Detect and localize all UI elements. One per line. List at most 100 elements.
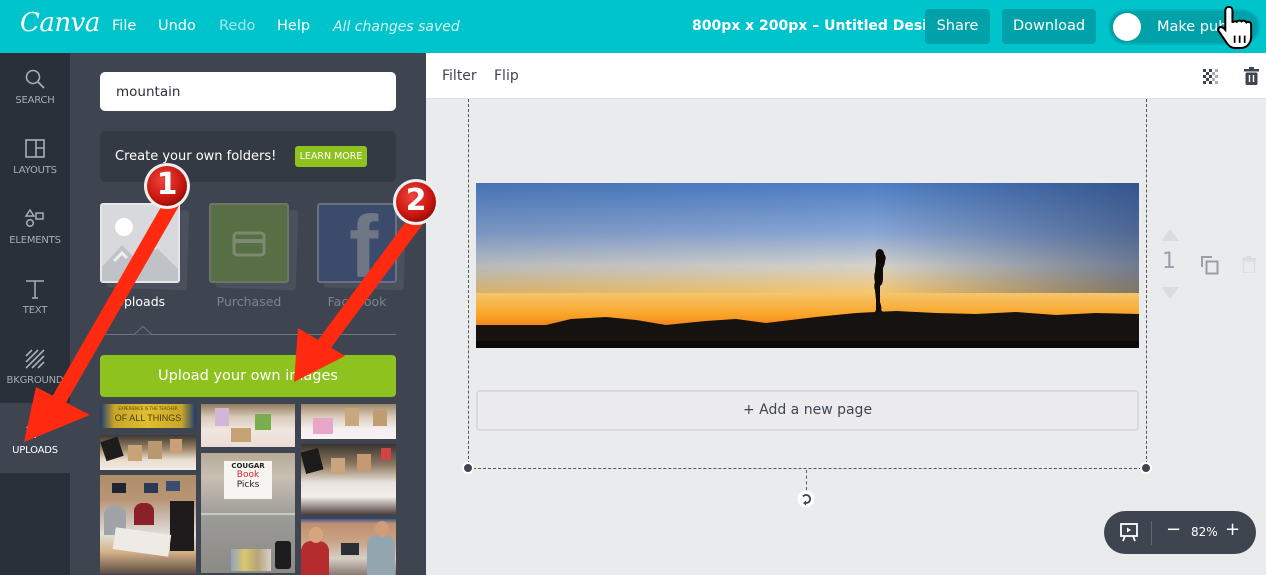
thumbnail-detail bbox=[313, 418, 333, 434]
toggle-knob bbox=[1113, 13, 1141, 41]
resize-handle-bottom-right[interactable] bbox=[1140, 462, 1152, 474]
thumbnail-detail bbox=[301, 541, 329, 575]
sidebar-item-label: SEARCH bbox=[15, 95, 55, 106]
present-icon[interactable] bbox=[1120, 523, 1138, 542]
promo-text: Create your own folders! bbox=[115, 149, 277, 164]
sidebar-item-elements[interactable]: ELEMENTS bbox=[0, 193, 70, 263]
thumbnail-detail bbox=[357, 454, 371, 472]
upload-thumbnail[interactable] bbox=[100, 475, 196, 574]
sidebar-item-uploads[interactable]: UPLOADS bbox=[0, 403, 70, 473]
sidebar-item-layouts[interactable]: LAYOUTS bbox=[0, 123, 70, 193]
menu-help[interactable]: Help bbox=[277, 18, 310, 34]
thumbnail-detail bbox=[100, 436, 124, 462]
credit-card-icon bbox=[232, 231, 266, 257]
thumbnail-detail bbox=[331, 458, 345, 474]
background-icon bbox=[25, 349, 45, 369]
canva-logo[interactable]: Canva bbox=[20, 8, 100, 38]
rotate-connector bbox=[806, 470, 807, 490]
move-page-up-icon[interactable] bbox=[1161, 229, 1179, 241]
thumbnail-detail bbox=[170, 439, 182, 453]
search-input[interactable] bbox=[100, 72, 396, 111]
text-icon bbox=[26, 280, 44, 299]
zoom-out-button[interactable]: − bbox=[1166, 519, 1181, 540]
thumbnail-detail bbox=[112, 483, 126, 493]
upload-thumbnail[interactable]: EXPERIENCE IS THE TEACHER OF ALL THINGS bbox=[100, 404, 196, 428]
sidebar-item-label: LAYOUTS bbox=[13, 165, 57, 176]
active-tab-caret bbox=[134, 326, 152, 335]
resize-handle-bottom-left[interactable] bbox=[462, 462, 474, 474]
source-tab-uploads[interactable]: Uploads bbox=[100, 203, 190, 309]
upload-thumbnail[interactable] bbox=[100, 435, 196, 470]
thumbnail-caption: Book bbox=[236, 470, 260, 480]
thumbnail-caption: OF ALL THINGS bbox=[114, 413, 182, 423]
menu-undo[interactable]: Undo bbox=[158, 18, 196, 34]
thumbnail-detail bbox=[375, 521, 389, 537]
delete-page-icon[interactable] bbox=[1242, 256, 1256, 273]
folders-promo: Create your own folders! LEARN MORE bbox=[100, 131, 396, 182]
thumbnail-detail bbox=[134, 503, 154, 525]
upload-thumbnail[interactable] bbox=[301, 519, 396, 575]
thumbnail-detail bbox=[341, 543, 359, 555]
source-tab-purchased[interactable]: Purchased bbox=[209, 203, 299, 309]
top-bar: Canva File Undo Redo Help All changes sa… bbox=[0, 0, 1266, 53]
menu-redo[interactable]: Redo bbox=[219, 18, 255, 34]
source-label: Purchased bbox=[216, 294, 282, 309]
layouts-icon bbox=[25, 139, 45, 158]
trash-icon[interactable] bbox=[1244, 67, 1259, 85]
thumbnail-caption: EXPERIENCE IS THE TEACHER bbox=[118, 406, 178, 411]
thumbnail-detail bbox=[215, 408, 229, 426]
sidebar-item-label: UPLOADS bbox=[12, 445, 58, 456]
facebook-icon: f bbox=[349, 203, 379, 283]
source-tab-facebook[interactable]: f Facebook bbox=[317, 203, 407, 309]
thumbnail-detail bbox=[231, 549, 271, 571]
upload-thumbnail[interactable] bbox=[201, 404, 295, 447]
upload-arrow-icon bbox=[26, 418, 44, 438]
menu-file[interactable]: File bbox=[112, 18, 136, 34]
sidebar-item-text[interactable]: TEXT bbox=[0, 263, 70, 333]
filter-button[interactable]: Filter bbox=[442, 68, 477, 84]
flip-button[interactable]: Flip bbox=[494, 68, 519, 84]
upload-thumbnail[interactable] bbox=[301, 404, 396, 439]
facebook-tile: f bbox=[317, 203, 397, 283]
thumbnail-detail bbox=[373, 410, 387, 426]
thumbnail-caption: COUGAR bbox=[231, 462, 265, 470]
zoom-level[interactable]: 82% bbox=[1191, 525, 1218, 539]
thumbnail-detail bbox=[367, 535, 395, 575]
sidebar: SEARCH LAYOUTS ELEMENTS TEXT BKGROUND UP… bbox=[0, 53, 70, 575]
thumbnail-detail bbox=[231, 428, 251, 442]
rotate-handle-icon[interactable] bbox=[797, 490, 815, 508]
source-label: Facebook bbox=[327, 294, 387, 309]
transparency-icon[interactable] bbox=[1203, 69, 1219, 85]
upload-thumbnail[interactable]: COUGAR Book Picks bbox=[201, 453, 295, 573]
thumbnail-detail bbox=[148, 441, 162, 459]
thumbnail-caption: Picks bbox=[236, 480, 260, 490]
editor-toolbar: Filter Flip bbox=[426, 53, 1266, 99]
zoom-controls: − 82% + bbox=[1104, 511, 1256, 554]
sidebar-item-search[interactable]: SEARCH bbox=[0, 53, 70, 123]
elements-icon bbox=[24, 208, 44, 228]
download-button[interactable]: Download bbox=[1002, 9, 1096, 44]
zoom-in-button[interactable]: + bbox=[1225, 519, 1240, 540]
add-new-page-button[interactable]: + Add a new page bbox=[476, 390, 1139, 431]
sidebar-item-background[interactable]: BKGROUND bbox=[0, 333, 70, 403]
upload-images-button[interactable]: Upload your own images bbox=[100, 355, 396, 397]
sunset-silhouette-photo bbox=[476, 183, 1139, 348]
save-status: All changes saved bbox=[333, 19, 460, 35]
move-page-down-icon[interactable] bbox=[1161, 287, 1179, 299]
sidebar-item-label: BKGROUND bbox=[6, 375, 64, 386]
design-title[interactable]: 800px x 200px – Untitled Design bbox=[692, 18, 947, 34]
thumbnail-detail bbox=[309, 527, 323, 543]
share-button[interactable]: Share bbox=[925, 9, 990, 44]
canva-editor: Canva File Undo Redo Help All changes sa… bbox=[0, 0, 1266, 575]
thumbnail-detail bbox=[255, 414, 271, 430]
learn-more-button[interactable]: LEARN MORE bbox=[295, 146, 367, 167]
duplicate-page-icon[interactable] bbox=[1200, 255, 1220, 275]
zoom-divider bbox=[1151, 521, 1152, 545]
thumbnail-detail bbox=[166, 481, 180, 491]
source-label: Uploads bbox=[114, 294, 166, 309]
thumbnail-detail bbox=[381, 448, 391, 460]
uploads-panel: Create your own folders! LEARN MORE Uplo… bbox=[70, 53, 426, 575]
thumbnail-detail bbox=[301, 448, 324, 474]
design-page-image[interactable] bbox=[476, 183, 1139, 348]
upload-thumbnail[interactable] bbox=[301, 444, 396, 514]
